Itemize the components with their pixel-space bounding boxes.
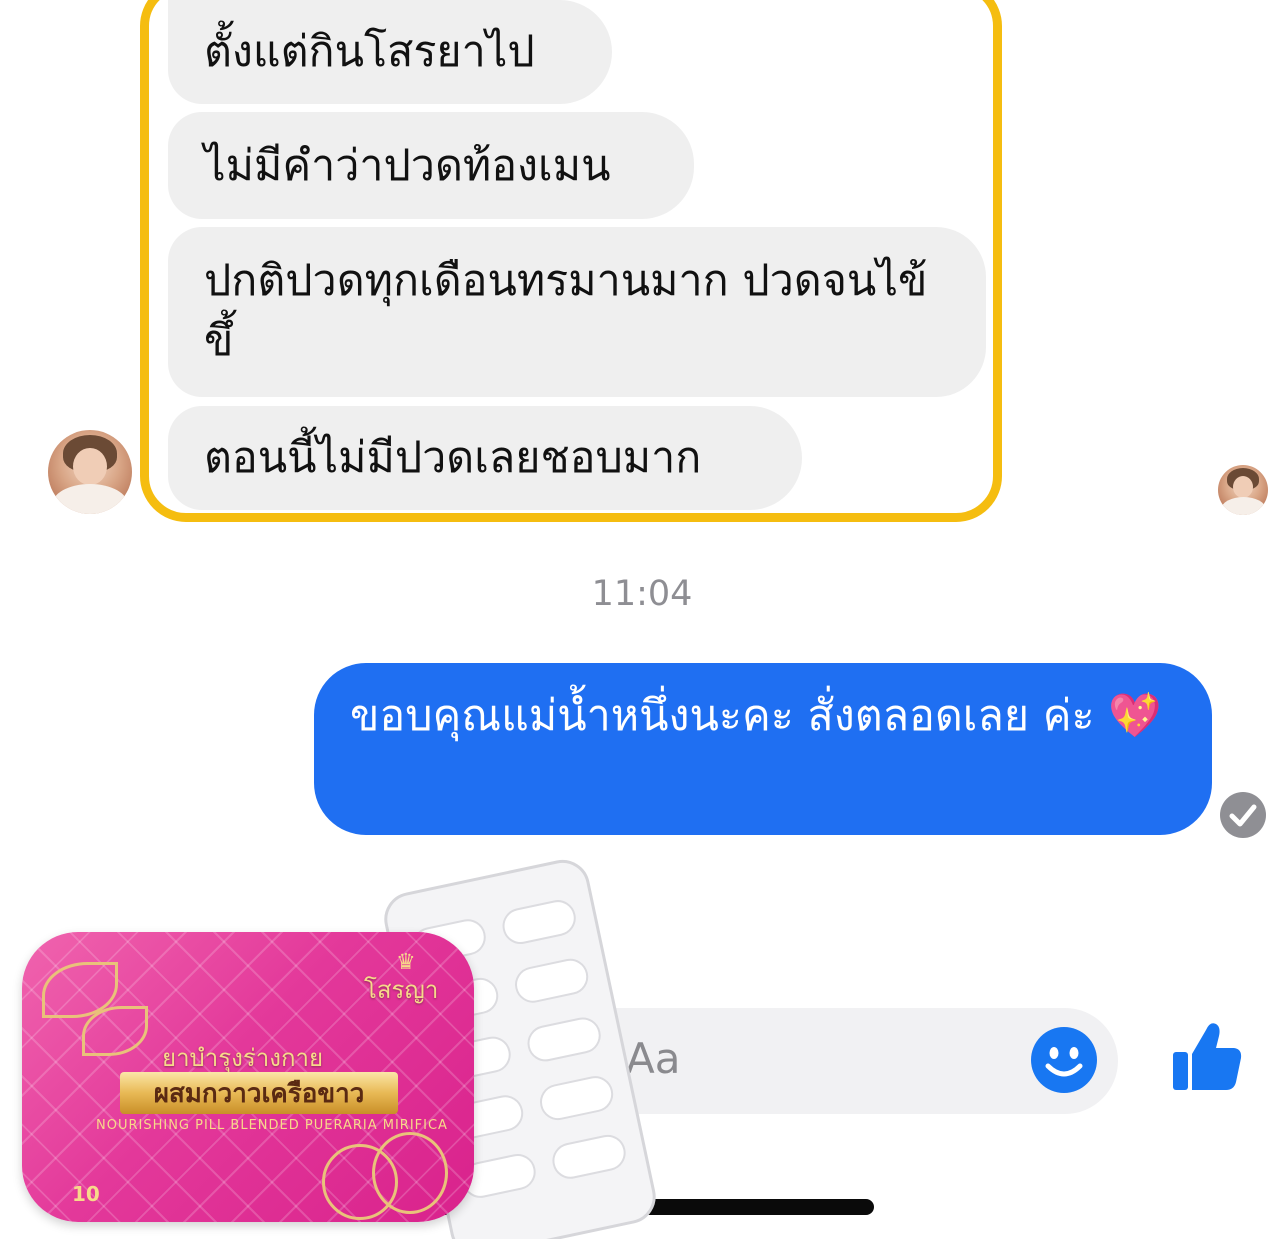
thumbs-up-icon[interactable] [1170,1018,1244,1094]
read-receipt-avatar [1218,465,1268,515]
product-subtitle: NOURISHING PILL BLENDED PUERARIA MIRIFIC… [96,1118,448,1133]
message-text: ขอบคุณแม่น้ำหนึ่งนะคะ สั่งตลอดเลย ค่ะ 💖 [350,691,1162,741]
highlight-frame [140,0,1002,522]
product-box-image: ♛ โสรญา ยาบำรุงร่างกาย ผสมกวาวเครือขาว N… [22,932,474,1222]
message-timestamp: 11:04 [591,574,693,614]
smiley-icon[interactable] [1030,1026,1098,1094]
message-input-placeholder: Aa [626,1034,681,1083]
product-quantity: 10 [72,1182,100,1206]
outgoing-message[interactable]: ขอบคุณแม่น้ำหนึ่งนะคะ สั่งตลอดเลย ค่ะ 💖 [314,663,1212,835]
sender-avatar[interactable] [48,430,132,514]
product-label: ผสมกวาวเครือขาว [120,1072,398,1114]
fruit-ornament [372,1132,448,1214]
check-circle-icon [1220,792,1266,838]
messenger-chat-screen: ตั้งแต่กินโสรยาไป ไม่มีคำว่าปวดท้องเมน ป… [0,0,1284,1239]
product-brand: โสรญา [364,976,439,1004]
